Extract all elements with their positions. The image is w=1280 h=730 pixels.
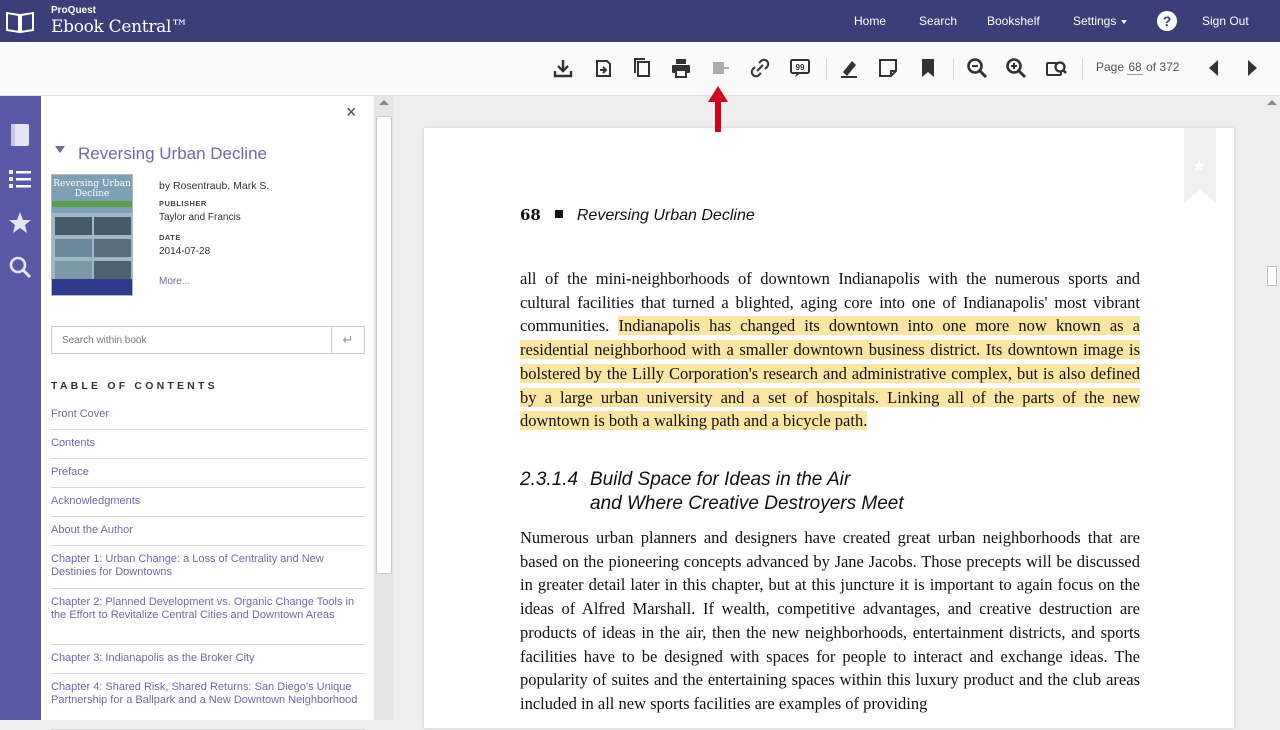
toc-item[interactable]: Preface: [51, 459, 365, 488]
chevron-down-icon: [1121, 19, 1128, 24]
scroll-up-icon[interactable]: [379, 100, 389, 105]
paragraph: all of the mini-neighborhoods of downtow…: [520, 267, 1140, 433]
page-viewer: ★ 68 Reversing Urban Decline all of the m…: [394, 96, 1264, 728]
search-icon[interactable]: [7, 254, 33, 280]
book-author: by Rosentraub, Mark S.: [159, 180, 270, 192]
book-info-icon[interactable]: [7, 122, 33, 148]
zoom-out-icon[interactable]: [965, 56, 989, 80]
nav-bookshelf-link[interactable]: Bookshelf: [987, 0, 1040, 42]
cover-photo: [55, 261, 92, 279]
copy-icon[interactable]: [630, 56, 654, 80]
running-head: 68 Reversing Urban Decline: [520, 206, 755, 225]
sign-out-link[interactable]: Sign Out: [1202, 0, 1249, 42]
toolbar-divider: [826, 58, 827, 80]
reader-toolbar: 99 Page 68 of 372: [0, 42, 1280, 96]
previous-page-icon[interactable]: [1202, 56, 1226, 80]
book-details-panel: × Reversing Urban Decline Reversing Urba…: [41, 96, 374, 730]
square-bullet-icon: [554, 210, 563, 218]
toc-item[interactable]: Contents: [51, 430, 365, 459]
search-within-book: ↵: [51, 326, 365, 354]
zoom-in-icon[interactable]: [1004, 56, 1028, 80]
print-icon[interactable]: [669, 56, 693, 80]
toc-item[interactable]: Front Cover: [51, 401, 365, 430]
nav-home-link[interactable]: Home: [854, 0, 886, 42]
share-disabled-icon[interactable]: [709, 56, 733, 80]
table-of-contents-list: Front Cover Contents Preface Acknowledgm…: [51, 401, 365, 730]
close-icon[interactable]: ×: [346, 102, 357, 123]
current-page-input[interactable]: 68: [1127, 60, 1143, 75]
open-book-logo-icon: [6, 11, 34, 34]
cover-photo: [55, 239, 92, 257]
ribbon-notch: [1184, 190, 1216, 202]
page-scrollbar[interactable]: [1264, 96, 1280, 720]
nav-settings-label: Settings: [1073, 14, 1117, 28]
paragraph: Numerous urban planners and designers ha…: [520, 528, 1140, 713]
toc-item[interactable]: Chapter 3: Indianapolis as the Broker Ci…: [51, 645, 365, 674]
section-title-line2: and Where Creative Destroyers Meet: [590, 493, 904, 514]
brand-proquest: ProQuest: [51, 5, 97, 16]
fit-page-icon[interactable]: [1044, 56, 1068, 80]
toc-item[interactable]: About the Author: [51, 517, 365, 546]
running-title: Reversing Urban Decline: [576, 207, 755, 224]
star-icon: ★: [1192, 158, 1207, 175]
section-heading-line: 2.3.1.4 Build Space for Ideas in the Air: [520, 468, 904, 492]
link-icon[interactable]: [748, 56, 772, 80]
toc-heading: TABLE OF CONTENTS: [51, 380, 218, 392]
book-title: Reversing Urban Decline: [78, 144, 267, 163]
cover-stripe: [52, 201, 132, 207]
cover-photo: [94, 217, 131, 235]
cite-icon[interactable]: [591, 56, 615, 80]
date-value: 2014-07-28: [159, 246, 211, 257]
toolbar-divider: [953, 58, 954, 80]
section-heading: 2.3.1.4 Build Space for Ideas in the Air …: [520, 468, 904, 516]
page-total: of 372: [1146, 60, 1180, 74]
cover-photo: [94, 261, 131, 279]
search-submit-icon[interactable]: ↵: [331, 327, 364, 353]
table-of-contents-icon[interactable]: [7, 166, 33, 192]
date-label: DATE: [159, 233, 181, 242]
scroll-up-icon[interactable]: [1267, 100, 1277, 105]
cover-footer: [52, 279, 132, 295]
side-icon-rail: [0, 96, 41, 720]
page-bookmark-ribbon[interactable]: ★: [1184, 128, 1216, 202]
cover-photo: [94, 239, 131, 257]
section-title-line1: Build Space for Ideas in the Air: [590, 469, 851, 490]
collapse-caret-icon[interactable]: [55, 146, 65, 153]
cover-title: Reversing Urban Decline: [52, 175, 132, 213]
favorites-star-icon[interactable]: [7, 210, 33, 236]
toc-item[interactable]: Chapter 2: Planned Development vs. Organ…: [51, 589, 365, 645]
section-number: 2.3.1.4: [520, 469, 579, 490]
page-number: 68: [520, 206, 541, 224]
publisher-label: PUBLISHER: [159, 199, 207, 208]
toc-item[interactable]: Chapter 4: Shared Risk, Shared Returns: …: [51, 674, 365, 730]
nav-search-link[interactable]: Search: [919, 0, 957, 42]
book-cover-image: Reversing Urban Decline: [51, 174, 133, 296]
svg-text:99: 99: [796, 63, 805, 72]
highlight-icon[interactable]: [837, 56, 861, 80]
toc-item[interactable]: Acknowledgments: [51, 488, 365, 517]
note-icon[interactable]: [876, 56, 900, 80]
page-indicator: Page 68 of 372: [1096, 60, 1180, 75]
publisher-value: Taylor and Francis: [159, 212, 241, 223]
toc-item[interactable]: Chapter 1: Urban Change: a Loss of Centr…: [51, 546, 365, 589]
page-prefix: Page: [1096, 60, 1125, 74]
panel-scrollbar[interactable]: [374, 96, 394, 720]
more-details-link[interactable]: More...: [159, 276, 190, 287]
panel-scrollbar-thumb[interactable]: [376, 116, 392, 574]
book-page: ★ 68 Reversing Urban Decline all of the m…: [424, 128, 1234, 728]
bookmark-icon[interactable]: [916, 56, 940, 80]
next-page-icon[interactable]: [1240, 56, 1264, 80]
annotation-arrow-icon: [708, 86, 728, 132]
citation-icon[interactable]: 99: [788, 56, 812, 80]
help-icon[interactable]: ?: [1157, 11, 1177, 31]
toolbar-divider: [1082, 58, 1083, 80]
download-icon[interactable]: [551, 56, 575, 80]
brand-ebook-central[interactable]: Ebook Central™: [51, 17, 188, 37]
search-within-book-input[interactable]: [52, 327, 331, 353]
cover-photo: [55, 217, 92, 235]
nav-settings-dropdown[interactable]: Settings: [1073, 0, 1128, 42]
page-scrollbar-thumb[interactable]: [1267, 266, 1277, 286]
top-navigation-bar: ProQuest Ebook Central™ Home Search Book…: [0, 0, 1280, 42]
